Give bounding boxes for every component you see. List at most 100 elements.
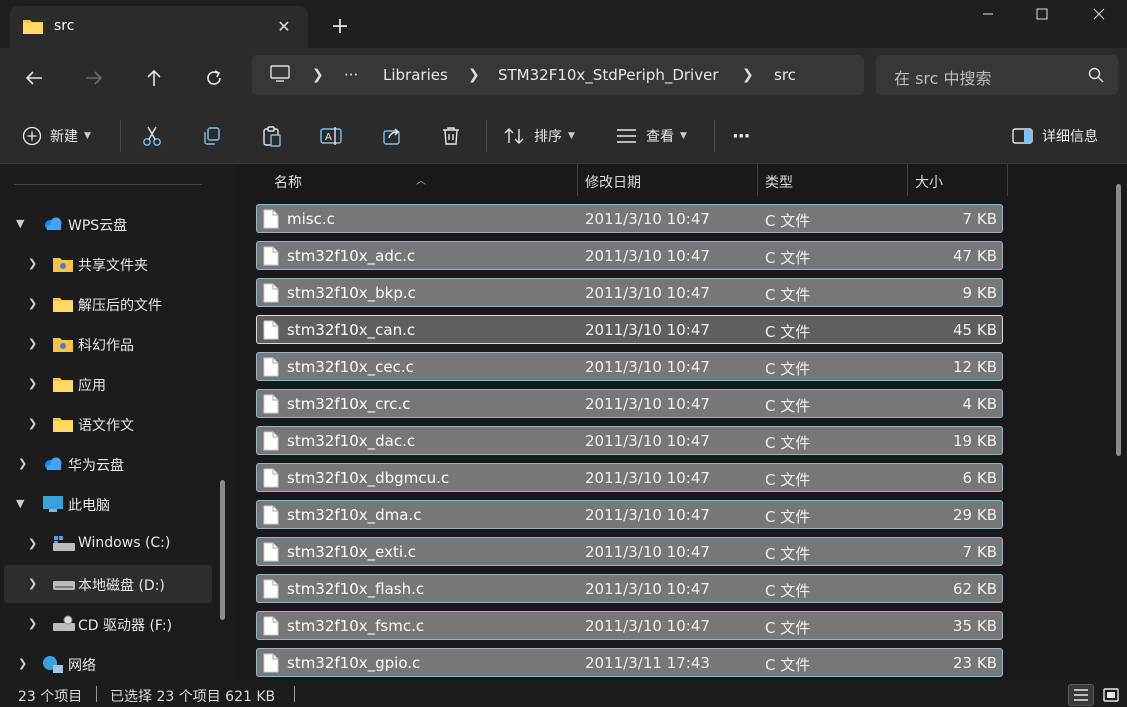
breadcrumb-src[interactable]: src [774, 66, 796, 84]
computer-icon [270, 65, 290, 87]
file-type: C 文件 [765, 249, 811, 267]
rename-button[interactable]: A [320, 122, 344, 150]
file-date: 2011/3/10 10:47 [585, 432, 710, 450]
table-row[interactable]: stm32f10x_fsmc.c 2011/3/10 10:47 C 文件 35… [256, 611, 1003, 640]
file-list: 名称 ︿ 修改日期 类型 大小 misc.c 2011/3/10 10:47 C… [236, 164, 1127, 680]
sort-icon [504, 128, 524, 144]
table-row[interactable]: stm32f10x_exti.c 2011/3/10 10:47 C 文件 7 … [256, 537, 1003, 566]
column-header-type[interactable]: 类型 [755, 164, 905, 196]
sidebar-item-huawei-cloud[interactable]: ❯ 华为云盘 [4, 445, 212, 483]
tab-src[interactable]: src ✕ [10, 6, 308, 48]
file-size: 45 KB [953, 321, 997, 339]
chevron-right-icon: ❯ [18, 457, 28, 470]
address-bar[interactable]: ❯ ··· Libraries ❯ STM32F10x_StdPeriph_Dr… [252, 55, 864, 95]
file-icon [263, 320, 279, 344]
sidebar-item-wps-cloud[interactable]: ▼ WPS云盘 [4, 205, 212, 243]
sidebar-item-essays[interactable]: ❯ 语文作文 [4, 405, 212, 443]
sort-button[interactable]: 排序 ▼ [504, 122, 575, 150]
sidebar-item-drive-d[interactable]: ❯ 本地磁盘 (D:) [4, 565, 212, 603]
status-divider [294, 686, 295, 702]
forward-button[interactable] [78, 62, 110, 94]
breadcrumb-driver[interactable]: STM32F10x_StdPeriph_Driver [498, 66, 719, 84]
sidebar-item-network[interactable]: ❯ 网络 [4, 645, 212, 683]
table-row[interactable]: stm32f10x_dma.c 2011/3/10 10:47 C 文件 29 … [256, 500, 1003, 529]
folder-icon [22, 16, 44, 40]
file-type: C 文件 [765, 471, 811, 489]
table-row[interactable]: stm32f10x_gpio.c 2011/3/11 17:43 C 文件 23… [256, 648, 1003, 677]
sidebar-item-label: WPS云盘 [68, 218, 128, 234]
column-divider[interactable] [1007, 164, 1008, 196]
table-row[interactable]: stm32f10x_can.c 2011/3/10 10:47 C 文件 45 … [256, 315, 1003, 344]
drive-icon [52, 575, 76, 597]
new-tab-button[interactable]: + [326, 12, 354, 40]
table-row[interactable]: stm32f10x_bkp.c 2011/3/10 10:47 C 文件 9 K… [256, 278, 1003, 307]
copy-button[interactable] [202, 122, 222, 150]
table-row[interactable]: stm32f10x_flash.c 2011/3/10 10:47 C 文件 6… [256, 574, 1003, 603]
minimize-button[interactable] [965, 0, 1011, 28]
file-type: C 文件 [765, 582, 811, 600]
sidebar-item-label: CD 驱动器 (F:) [78, 618, 173, 634]
file-icon [263, 542, 279, 566]
sidebar-item-drive-c[interactable]: ❯ Windows (C:) [4, 525, 212, 563]
details-view-button[interactable] [1068, 684, 1094, 706]
up-button[interactable] [138, 62, 170, 94]
details-pane-button[interactable]: 详细信息 [1012, 122, 1098, 150]
scissors-icon [143, 126, 161, 146]
column-header-size[interactable]: 大小 [905, 164, 1005, 196]
column-header-date[interactable]: 修改日期 [575, 164, 755, 196]
file-list-scrollbar[interactable] [1116, 184, 1121, 456]
status-divider [96, 686, 97, 702]
file-name: stm32f10x_fsmc.c [287, 617, 425, 635]
sidebar-scrollbar[interactable] [220, 480, 225, 620]
table-row[interactable]: stm32f10x_adc.c 2011/3/10 10:47 C 文件 47 … [256, 241, 1003, 270]
cut-button[interactable] [142, 122, 162, 150]
file-date: 2011/3/10 10:47 [585, 580, 710, 598]
tiles-view-button[interactable] [1098, 684, 1124, 706]
sidebar-item-this-pc[interactable]: ▼ 此电脑 [4, 485, 212, 523]
tab-close-button[interactable]: ✕ [272, 14, 296, 38]
table-row[interactable]: stm32f10x_dbgmcu.c 2011/3/10 10:47 C 文件 … [256, 463, 1003, 492]
view-button[interactable]: 查看 ▼ [616, 122, 687, 150]
column-header-name[interactable]: 名称 ︿ [264, 164, 578, 196]
details-label: 详细信息 [1042, 129, 1098, 145]
breadcrumb-libraries[interactable]: Libraries [383, 66, 448, 84]
table-row[interactable]: stm32f10x_dac.c 2011/3/10 10:47 C 文件 19 … [256, 426, 1003, 455]
back-button[interactable] [18, 62, 50, 94]
delete-button[interactable] [442, 122, 460, 150]
paste-button[interactable] [262, 122, 282, 150]
selection-summary: 已选择 23 个项目 621 KB [110, 689, 276, 705]
windows-drive-icon [52, 535, 76, 557]
file-type: C 文件 [765, 434, 811, 452]
sidebar-item-shared-folder[interactable]: ❯ 共享文件夹 [4, 245, 212, 283]
breadcrumb-overflow[interactable]: ··· [344, 66, 358, 84]
table-row[interactable]: misc.c 2011/3/10 10:47 C 文件 7 KB [256, 204, 1003, 233]
svg-text:A: A [325, 132, 332, 143]
file-size: 23 KB [953, 654, 997, 672]
file-icon [263, 505, 279, 529]
search-input[interactable]: 在 src 中搜索 [876, 55, 1118, 95]
file-icon [263, 579, 279, 603]
sidebar-item-label: 应用 [78, 378, 106, 394]
new-button[interactable]: 新建 ▼ [22, 122, 91, 150]
sidebar-divider [14, 184, 202, 185]
file-size: 35 KB [953, 617, 997, 635]
file-size: 29 KB [953, 506, 997, 524]
sidebar-item-scifi[interactable]: ❯ 科幻作品 [4, 325, 212, 363]
table-row[interactable]: stm32f10x_crc.c 2011/3/10 10:47 C 文件 4 K… [256, 389, 1003, 418]
share-button[interactable] [382, 122, 402, 150]
more-options-button[interactable]: ··· [732, 122, 750, 150]
file-name: stm32f10x_exti.c [287, 543, 417, 561]
cloud-icon [42, 215, 64, 237]
close-window-button[interactable] [1076, 0, 1122, 28]
file-icon [263, 653, 279, 677]
file-name: stm32f10x_crc.c [287, 395, 411, 413]
sidebar-item-apps[interactable]: ❯ 应用 [4, 365, 212, 403]
sidebar-item-drive-f[interactable]: ❯ CD 驱动器 (F:) [4, 605, 212, 643]
sidebar-item-extracted[interactable]: ❯ 解压后的文件 [4, 285, 212, 323]
maximize-button[interactable] [1019, 0, 1065, 28]
chevron-right-icon: ❯ [742, 67, 754, 83]
file-size: 12 KB [953, 358, 997, 376]
chevron-right-icon: ❯ [18, 657, 28, 670]
table-row[interactable]: stm32f10x_cec.c 2011/3/10 10:47 C 文件 12 … [256, 352, 1003, 381]
refresh-button[interactable] [198, 62, 230, 94]
